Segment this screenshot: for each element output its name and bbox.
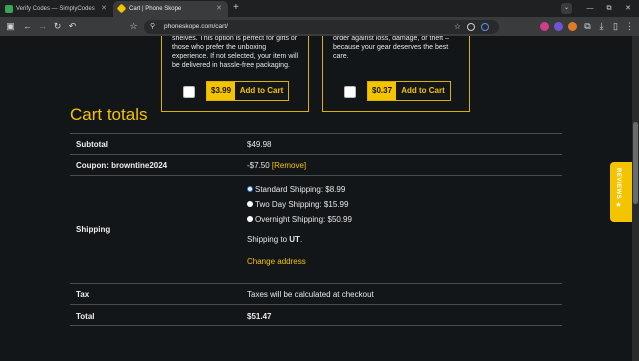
add-to-cart-button[interactable]: Add to Cart <box>235 82 288 100</box>
side-panel-icon[interactable]: ▯ <box>609 17 622 36</box>
puzzle-extensions-icon[interactable]: ⧉ <box>581 17 594 36</box>
dark-mode-moon-icon[interactable] <box>481 23 489 31</box>
subtotal-label: Subtotal <box>76 140 108 149</box>
total-label: Total <box>76 312 95 321</box>
radio[interactable] <box>247 216 253 222</box>
add-to-cart-group[interactable]: $0.37 Add to Cart <box>367 81 451 101</box>
upsell-price: $0.37 <box>368 82 397 100</box>
shipping-label: Shipping <box>76 225 111 234</box>
extension-square-icon[interactable]: ▣ <box>4 17 17 36</box>
upsell-checkbox[interactable] <box>344 86 356 98</box>
shipping-option-two-day[interactable]: Two Day Shipping: $15.99 <box>247 199 547 214</box>
coupon-row: Coupon: browntine2024 -$7.50 [Remove] <box>70 154 562 175</box>
back-arrow-icon[interactable]: ← <box>21 17 34 36</box>
add-to-cart-group[interactable]: $3.99 Add to Cart <box>206 81 289 101</box>
site-info-icon[interactable]: ⚲ <box>150 20 155 34</box>
total-value: $51.47 <box>247 312 272 321</box>
shipping-option-label[interactable]: Two Day Shipping: $15.99 <box>255 200 348 209</box>
tab-search-chevron-icon[interactable]: ⌄ <box>561 3 572 14</box>
tax-value: Taxes will be calculated at checkout <box>247 290 374 299</box>
coupon-value-cell: -$7.50 [Remove] <box>247 161 306 170</box>
bookmark-star-outline-icon[interactable]: ☆ <box>127 17 140 36</box>
download-icon[interactable]: ⤓ <box>595 17 608 36</box>
page-scrollbar[interactable] <box>632 36 639 361</box>
add-to-cart-button[interactable]: Add to Cart <box>396 82 450 100</box>
reviews-tab-label: REVIEWS ★ <box>615 168 621 209</box>
upsell-price: $3.99 <box>207 82 236 100</box>
ship-to-state: UT <box>289 235 300 244</box>
upsell-card-shipping-protection: Shipping Protection: Safeguard your orde… <box>322 36 470 112</box>
tab-simplycodes[interactable]: Verify Codes — SimplyCodes ✕ <box>0 1 113 17</box>
cart-totals-heading: Cart totals <box>70 105 148 124</box>
url-text[interactable]: phoneskope.com/cart/ <box>164 20 228 34</box>
bookmark-star-icon[interactable]: ☆ <box>454 20 461 34</box>
tab-title: Verify Codes — SimplyCodes <box>16 6 95 12</box>
new-tab-button[interactable]: + <box>233 1 239 15</box>
shipping-option-standard[interactable]: Standard Shipping: $8.99 <box>247 184 547 199</box>
close-tab-icon[interactable]: ✕ <box>216 1 222 17</box>
forward-arrow-icon[interactable]: → <box>36 17 49 36</box>
shipping-options: Standard Shipping: $8.99 Two Day Shippin… <box>247 184 547 266</box>
ship-to-suffix: . <box>299 235 303 244</box>
ship-to-prefix: Shipping to <box>247 235 290 244</box>
undo-icon[interactable]: ↶ <box>66 17 79 36</box>
coupon-label: Coupon: browntine2024 <box>76 161 168 170</box>
upsell-description: Shipping Protection: Safeguard your orde… <box>333 36 449 60</box>
subtotal-row: Subtotal $49.98 <box>70 133 562 154</box>
coupon-value: -$7.50 <box>247 161 270 170</box>
extension-purple-icon[interactable] <box>554 22 563 31</box>
extension-hex-icon[interactable] <box>467 23 475 31</box>
extension-pink-icon[interactable] <box>540 22 549 31</box>
reviews-side-tab[interactable]: REVIEWS ★ <box>610 162 632 222</box>
upsell-checkbox[interactable] <box>183 86 195 98</box>
shipping-row: Shipping Standard Shipping: $8.99 Two Da… <box>70 175 562 283</box>
upsell-description: shelves. This option is perfect for gift… <box>172 36 299 69</box>
upsell-card-packaging: shelves. This option is perfect for gift… <box>161 36 309 112</box>
tab-title: Cart | Phone Skope <box>129 6 182 12</box>
simplycodes-favicon-icon <box>5 5 13 13</box>
radio-selected[interactable] <box>247 186 253 192</box>
tax-row: Tax Taxes will be calculated at checkout <box>70 283 562 304</box>
extension-orange-icon[interactable] <box>568 22 577 31</box>
shipping-destination: Shipping to UT. <box>247 235 547 244</box>
subtotal-value: $49.98 <box>247 140 272 149</box>
browser-toolbar: ▣ ← → ↻ ↶ ☆ ⚲ phoneskope.com/cart/ ☆ ⧉ ⤓… <box>0 17 639 36</box>
cart-totals-table: Subtotal $49.98 Coupon: browntine2024 -$… <box>70 133 562 326</box>
scrollbar-thumb[interactable] <box>633 122 638 204</box>
tab-strip: Verify Codes — SimplyCodes ✕ Cart | Phon… <box>0 0 639 17</box>
total-row: Total $51.47 <box>70 304 562 326</box>
tax-label: Tax <box>76 290 90 299</box>
shipping-option-overnight[interactable]: Overnight Shipping: $50.99 <box>247 214 547 229</box>
shipping-option-label[interactable]: Overnight Shipping: $50.99 <box>255 215 352 224</box>
radio[interactable] <box>247 201 253 207</box>
tab-phoneskope-cart[interactable]: Cart | Phone Skope ✕ <box>113 1 228 17</box>
menu-kebab-icon[interactable]: ⋮ <box>623 17 636 36</box>
change-address-link[interactable]: Change address <box>247 257 547 266</box>
address-bar[interactable]: ⚲ phoneskope.com/cart/ ☆ <box>144 20 499 34</box>
phoneskope-favicon-icon <box>116 3 127 14</box>
reload-icon[interactable]: ↻ <box>51 17 64 36</box>
close-window-button[interactable]: ✕ <box>617 0 639 17</box>
close-tab-icon[interactable]: ✕ <box>101 1 107 17</box>
remove-coupon-link[interactable]: [Remove] <box>272 161 306 170</box>
shipping-option-label[interactable]: Standard Shipping: $8.99 <box>255 185 345 194</box>
